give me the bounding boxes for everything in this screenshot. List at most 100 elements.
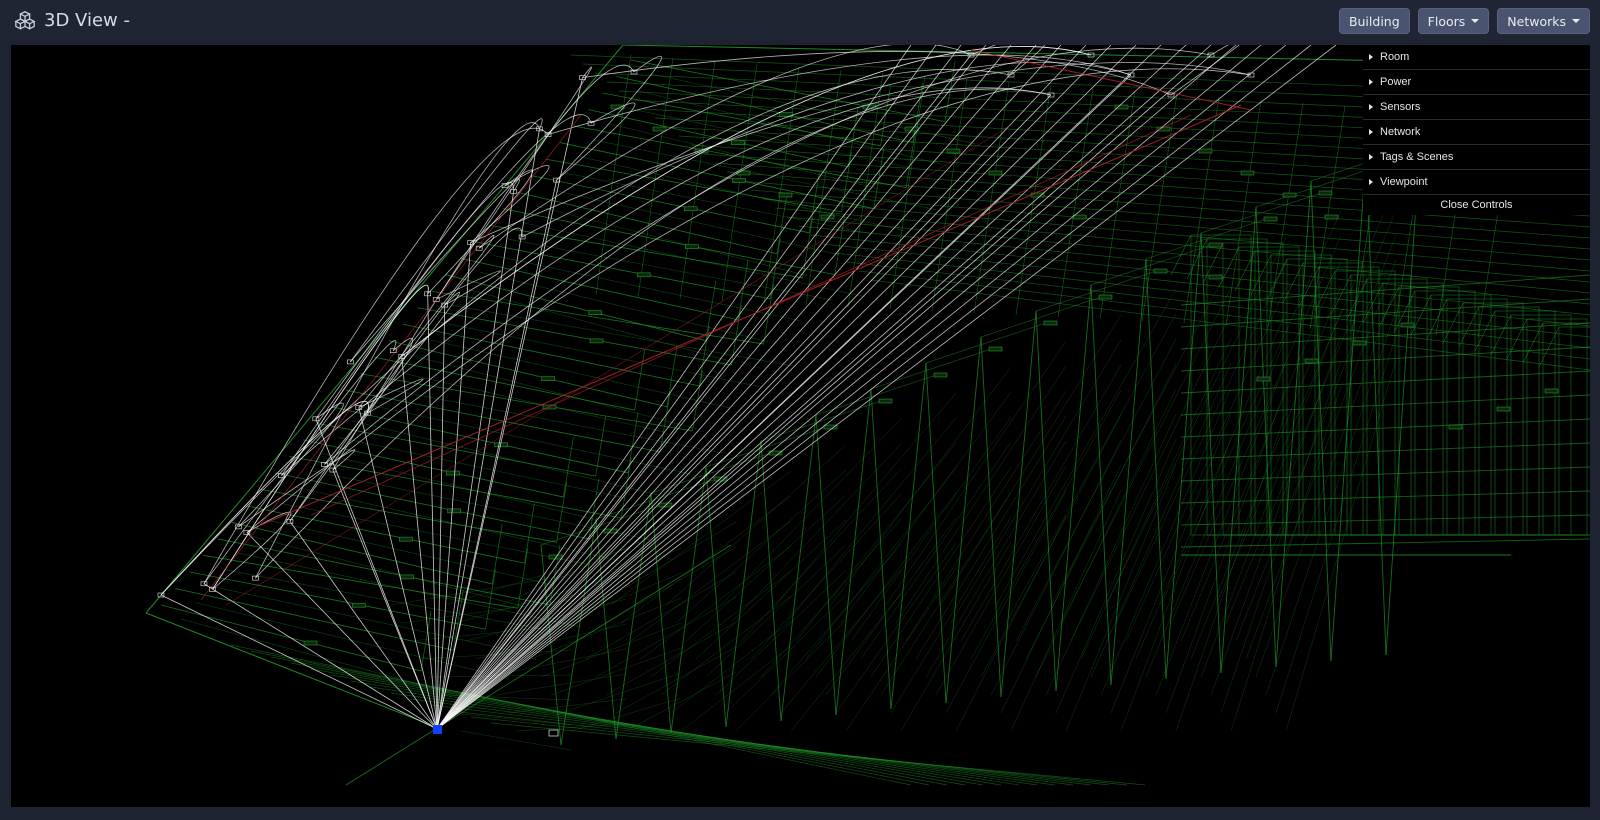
room-label-tag — [736, 170, 751, 176]
room-edge — [835, 388, 872, 716]
room-edge — [1255, 166, 1377, 208]
room-box — [1334, 270, 1396, 536]
room-label-tag — [685, 244, 699, 249]
room-edge — [666, 346, 678, 407]
room-label-tag — [731, 140, 745, 145]
room-edge — [585, 571, 737, 660]
room-edge — [595, 596, 737, 678]
room-edge — [955, 515, 1067, 732]
room-edge — [252, 536, 523, 607]
network-link — [478, 45, 972, 249]
networks-button-label: Networks — [1507, 13, 1566, 29]
disclosure-triangle-icon — [1369, 54, 1373, 60]
controls-item-label: Room — [1380, 51, 1410, 63]
room-edge — [1230, 385, 1342, 732]
disclosure-triangle-icon — [1369, 129, 1373, 135]
room-edge — [1165, 386, 1287, 714]
network-link — [401, 356, 438, 730]
room-edge — [845, 567, 957, 732]
room-edge — [790, 593, 902, 732]
network-link — [332, 64, 635, 471]
room-label-tag — [878, 398, 893, 404]
room-edge — [720, 418, 902, 606]
room-edge — [536, 205, 808, 277]
room-edge — [431, 290, 764, 345]
room-edge — [531, 175, 810, 234]
room-edge — [870, 388, 892, 710]
controls-tags-scenes-folder[interactable]: Tags & Scenes — [1363, 145, 1590, 170]
page-title: 3D View - — [44, 9, 130, 31]
network-link — [427, 293, 438, 730]
room-edge — [870, 348, 992, 390]
room-edge — [780, 414, 817, 722]
room-label-tag — [446, 470, 460, 476]
controls-network-folder[interactable]: Network — [1363, 120, 1590, 145]
3d-viewport-canvas[interactable]: Room Power Sensors Network Tags & Scenes… — [11, 45, 1590, 807]
room-label-tag — [589, 338, 604, 344]
room-edge — [660, 595, 792, 696]
controls-item-label: Power — [1380, 76, 1412, 88]
room-label-tag — [988, 170, 1003, 176]
network-link — [436, 54, 972, 730]
building-button[interactable]: Building — [1338, 8, 1410, 34]
room-edge — [380, 387, 723, 454]
room-label-tag — [541, 376, 556, 382]
room-edge — [524, 503, 535, 564]
room-edge — [830, 366, 1012, 606]
room-edge — [1200, 192, 1322, 234]
controls-room-folder[interactable]: Room — [1363, 45, 1590, 70]
controls-item-label: Viewpoint — [1380, 176, 1428, 188]
network-hub-node[interactable] — [433, 725, 442, 734]
floors-dropdown-button[interactable]: Floors — [1417, 8, 1490, 34]
room-edge — [1538, 326, 1560, 368]
room-edge — [445, 274, 706, 342]
room-label-tag — [1400, 322, 1415, 328]
room-edge — [410, 698, 1074, 786]
controls-sensors-folder[interactable]: Sensors — [1363, 95, 1590, 120]
room-label-tag — [1496, 406, 1511, 412]
room-edge — [470, 716, 1128, 786]
room-edge — [1330, 154, 1367, 662]
network-link — [436, 45, 1262, 730]
room-edge — [825, 517, 957, 696]
room-edge — [1165, 232, 1202, 680]
controls-panel: Room Power Sensors Network Tags & Scenes… — [1363, 45, 1590, 215]
network-link — [436, 45, 1062, 730]
room-edge — [450, 710, 1110, 786]
building-button-label: Building — [1348, 13, 1400, 29]
room-edge — [260, 489, 557, 543]
room-label-tag — [1352, 340, 1367, 346]
controls-viewpoint-folder[interactable]: Viewpoint — [1363, 170, 1590, 195]
room-label-tag — [1324, 214, 1339, 220]
room-edge — [995, 288, 1177, 606]
room-edge — [1180, 418, 1590, 438]
room-edge — [750, 493, 902, 660]
3d-scene[interactable] — [11, 45, 1590, 807]
room-box — [1526, 318, 1588, 536]
room-label-tag — [820, 214, 835, 220]
room-edge — [390, 574, 572, 606]
room-label-tag — [652, 126, 667, 132]
room-edge — [815, 492, 957, 678]
power-link — [225, 124, 1012, 606]
room-edge — [615, 646, 737, 714]
room-label-tag — [1240, 170, 1255, 176]
networks-dropdown-button[interactable]: Networks — [1497, 8, 1590, 34]
device-node — [548, 729, 559, 737]
room-edge — [940, 314, 1122, 606]
room-edge — [217, 538, 551, 606]
network-link — [436, 45, 962, 730]
room-edge — [1190, 285, 1342, 660]
room-edge — [232, 522, 493, 585]
close-controls-button[interactable]: Close Controls — [1363, 195, 1590, 215]
room-edge — [786, 216, 1590, 294]
network-link — [436, 242, 472, 730]
controls-item-label: Tags & Scenes — [1380, 151, 1454, 163]
room-label-tag — [400, 574, 414, 580]
room-label-tag — [303, 640, 318, 646]
controls-power-folder[interactable]: Power — [1363, 70, 1590, 95]
room-label-tag — [1263, 216, 1278, 222]
room-edge — [203, 555, 518, 609]
room-box — [1238, 246, 1300, 536]
room-edge — [925, 440, 1067, 678]
